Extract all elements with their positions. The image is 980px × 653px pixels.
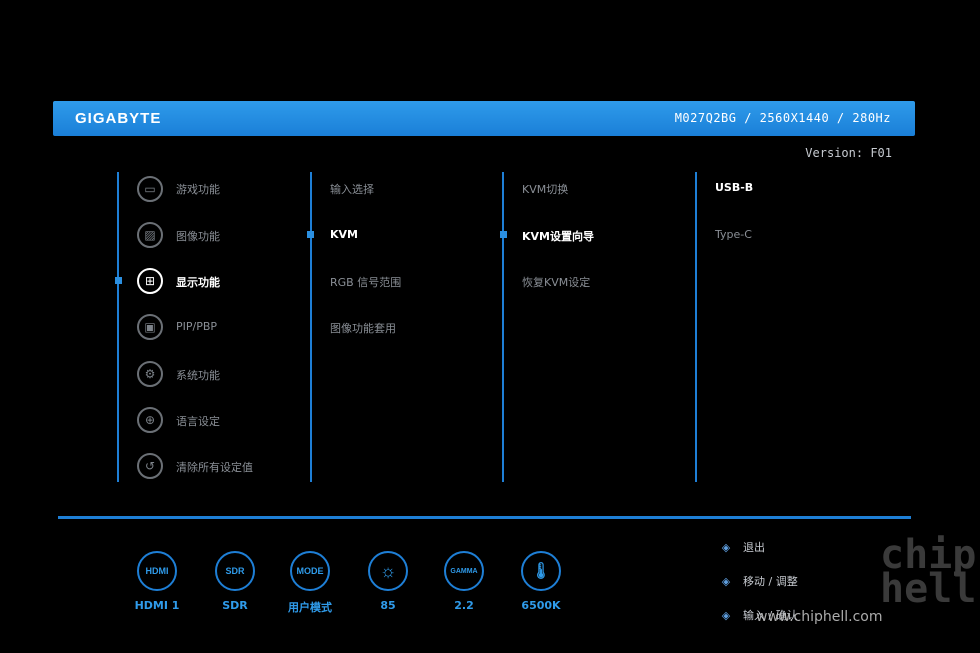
sdr-icon: SDR (215, 551, 255, 591)
gamma-icon: GAMMA (444, 551, 484, 591)
status-input: HDMI HDMI 1 (127, 551, 187, 612)
selection-marker (307, 231, 314, 238)
option-type-c[interactable]: Type-C (715, 228, 752, 241)
submenu-item-kvm-switch[interactable]: KVM切换 (522, 181, 568, 197)
menu-item-language[interactable]: 语言设定 (176, 413, 220, 429)
hint-move-adjust: ◈ 移动 / 调整 (717, 573, 798, 589)
globe-icon: ⊕ (137, 407, 163, 433)
status-color-temp-value: 6500K (521, 599, 561, 612)
footer-divider (58, 516, 911, 519)
watermark-logo: chip hell (880, 532, 977, 612)
menu-item-reset-all[interactable]: 清除所有设定值 (176, 459, 253, 475)
menu-item-display[interactable]: 显示功能 (176, 274, 220, 290)
joystick-icon: ◈ (721, 541, 731, 554)
status-brightness-value: 85 (380, 599, 396, 612)
menu-item-gaming[interactable]: 游戏功能 (176, 181, 220, 197)
submenu-item-kvm-wizard[interactable]: KVM设置向导 (522, 228, 594, 244)
status-mode-value: 用户模式 (288, 601, 332, 614)
firmware-version: Version: F01 (805, 146, 892, 160)
status-mode: MODE 用户模式 (280, 551, 340, 615)
selection-marker (115, 277, 122, 284)
model-resolution-info: M027Q2BG / 2560X1440 / 280Hz (674, 111, 891, 125)
column-divider (502, 172, 504, 482)
brightness-icon: ☼ (368, 551, 408, 591)
thermometer-icon: 🌡 (521, 551, 561, 591)
system-gear-icon: ⚙ (137, 361, 163, 387)
selection-marker (500, 231, 507, 238)
watermark-text: www.chiphell.com (756, 609, 883, 625)
gamepad-icon: ▭ (137, 176, 163, 202)
submenu-item-kvm-reset[interactable]: 恢复KVM设定 (522, 274, 590, 290)
status-gamma-value: 2.2 (454, 599, 474, 612)
brand-logo: GIGABYTE (75, 110, 162, 127)
picture-icon: ▨ (137, 222, 163, 248)
status-dynamic-range: SDR SDR (205, 551, 265, 612)
option-usb-b[interactable]: USB-B (715, 181, 753, 194)
joystick-icon: ◈ (721, 575, 731, 588)
menu-item-system[interactable]: 系统功能 (176, 367, 220, 383)
column-divider (695, 172, 697, 482)
submenu-item-kvm[interactable]: KVM (330, 228, 358, 241)
osd-header-bar: GIGABYTE M027Q2BG / 2560X1440 / 280Hz (53, 101, 915, 136)
hint-exit: ◈ 退出 (717, 539, 765, 555)
status-color-temp: 🌡 6500K (511, 551, 571, 612)
submenu-item-picture-apply[interactable]: 图像功能套用 (330, 320, 396, 336)
joystick-icon: ◈ (721, 609, 731, 622)
column-divider (117, 172, 119, 482)
submenu-item-rgb-range[interactable]: RGB 信号范围 (330, 274, 401, 290)
menu-item-pip-pbp[interactable]: PIP/PBP (176, 320, 217, 333)
column-divider (310, 172, 312, 482)
hdmi-icon: HDMI (137, 551, 177, 591)
status-gamma: GAMMA 2.2 (434, 551, 494, 612)
display-grid-icon: ⊞ (137, 268, 163, 294)
status-brightness: ☼ 85 (358, 551, 418, 612)
menu-item-picture[interactable]: 图像功能 (176, 228, 220, 244)
status-dynamic-range-value: SDR (222, 599, 248, 612)
mode-icon: MODE (290, 551, 330, 591)
reset-icon: ↺ (137, 453, 163, 479)
submenu-item-input-select[interactable]: 输入选择 (330, 181, 374, 197)
status-input-value: HDMI 1 (134, 599, 180, 612)
pip-icon: ▣ (137, 314, 163, 340)
